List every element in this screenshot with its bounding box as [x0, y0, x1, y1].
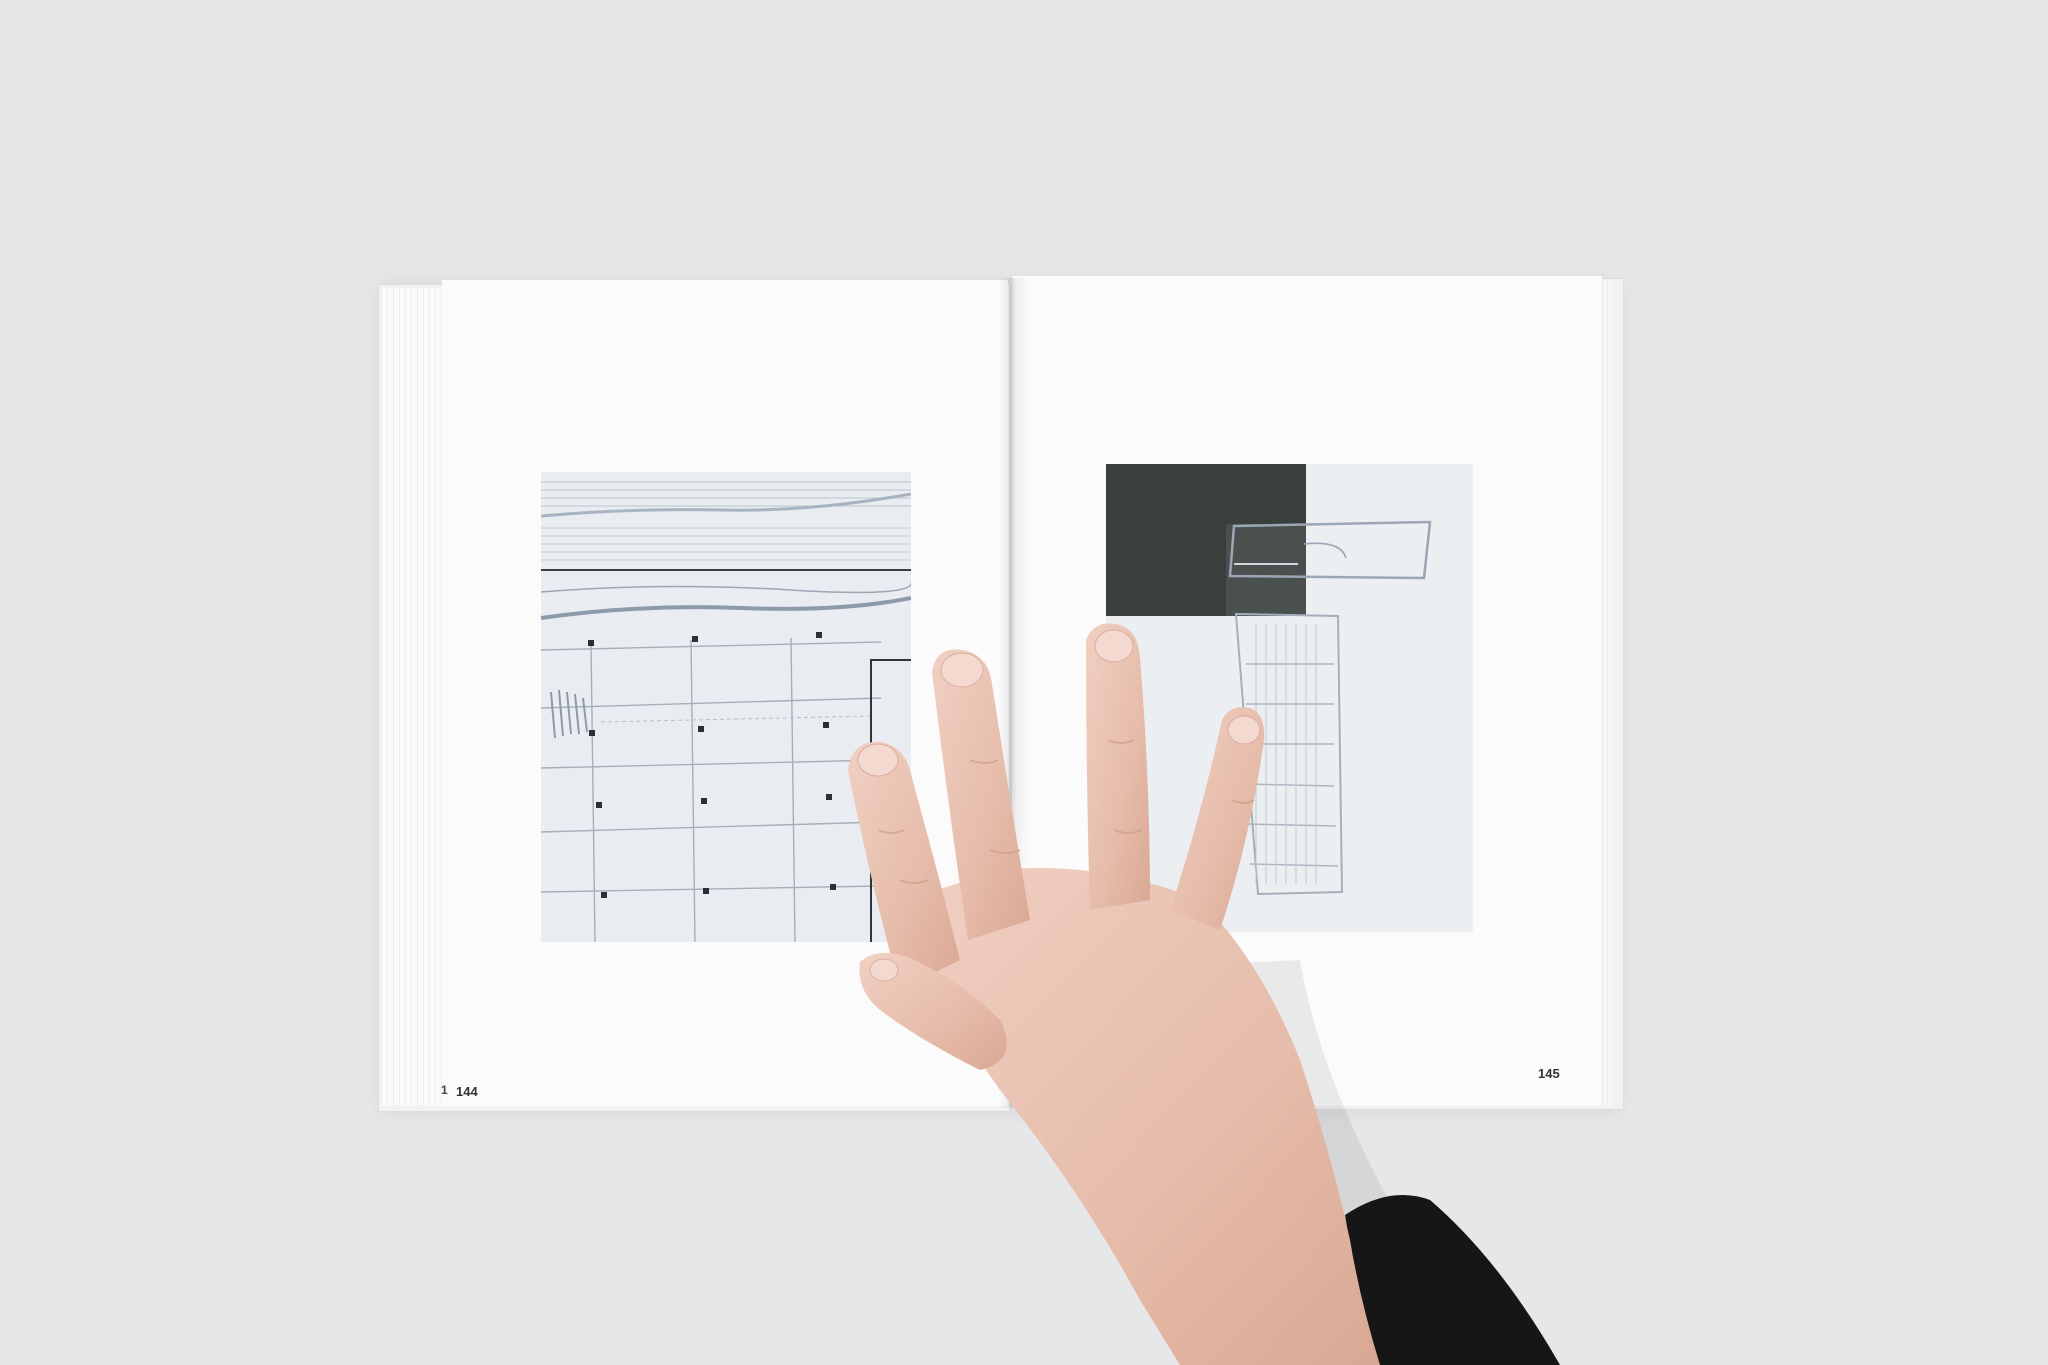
hand-image	[848, 623, 1560, 1365]
photo-scene: 1 144 145	[0, 0, 2048, 1365]
